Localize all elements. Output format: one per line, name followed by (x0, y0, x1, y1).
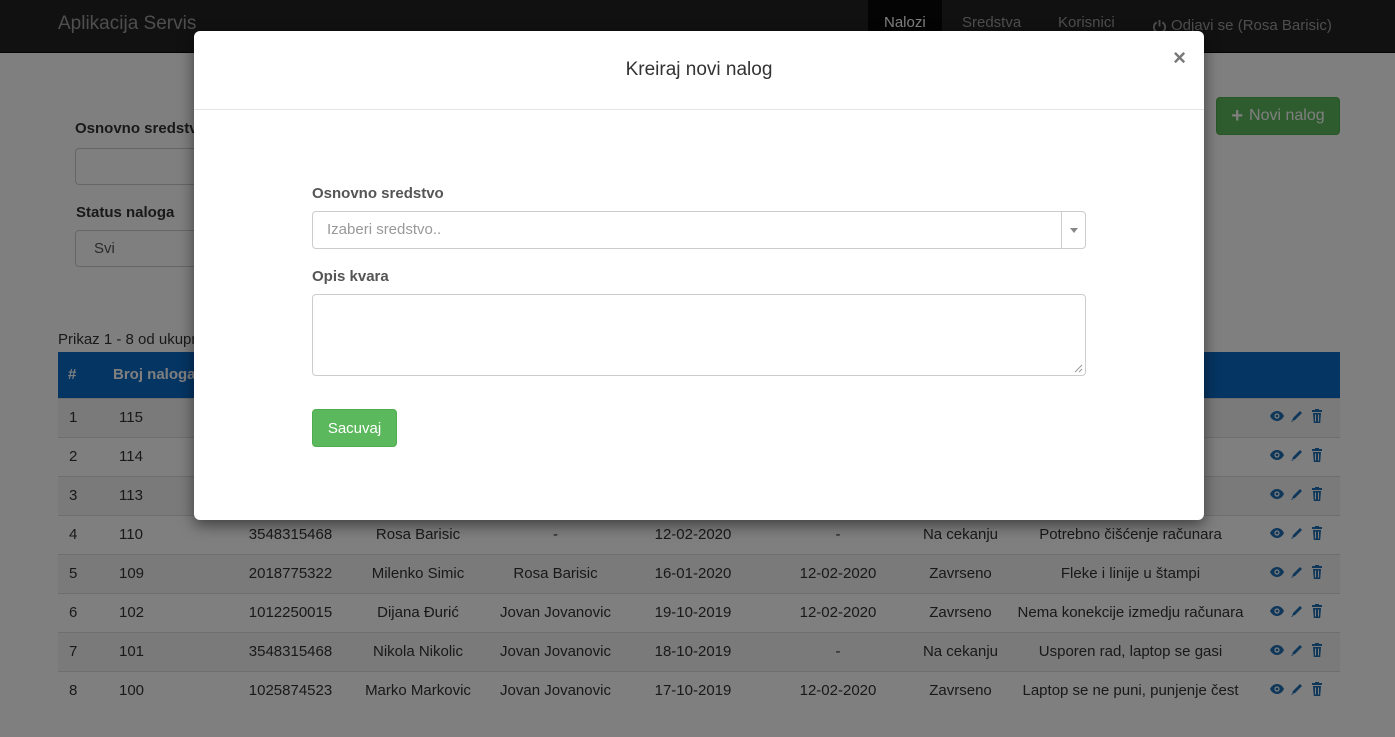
modal-description-textarea[interactable] (312, 294, 1086, 376)
modal-title: Kreiraj novi nalog (625, 59, 773, 80)
close-icon[interactable]: × (1173, 45, 1186, 71)
modal-asset-placeholder: Izaberi sredstvo.. (327, 221, 442, 238)
chevron-down-icon[interactable] (1061, 212, 1085, 248)
modal-asset-select[interactable]: Izaberi sredstvo.. (312, 211, 1086, 249)
resize-handle-icon[interactable] (1074, 364, 1083, 373)
modal-header: Kreiraj novi nalog × (194, 31, 1204, 110)
save-button[interactable]: Sacuvaj (312, 409, 397, 447)
modal-asset-label: Osnovno sredstvo (312, 185, 444, 202)
modal-description-label: Opis kvara (312, 268, 389, 285)
create-order-modal: Kreiraj novi nalog × Osnovno sredstvo Iz… (194, 31, 1204, 520)
